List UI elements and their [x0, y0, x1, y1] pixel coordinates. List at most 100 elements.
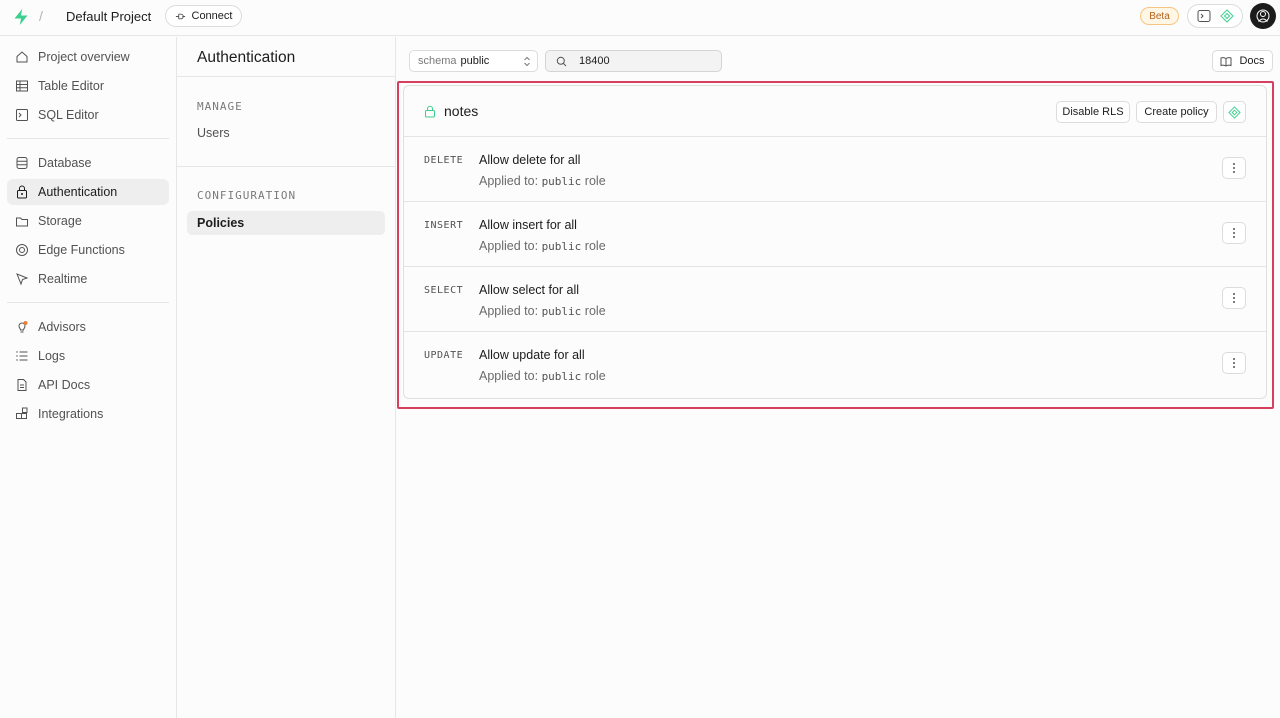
nav-label: API Docs [38, 378, 91, 392]
role-suffix: role [584, 174, 606, 188]
disable-rls-button[interactable]: Disable RLS [1056, 101, 1130, 123]
file-icon [17, 379, 27, 391]
nav-item-authentication[interactable]: Authentication [7, 179, 169, 205]
schema-select-label: schema [418, 55, 457, 67]
search-input[interactable]: 18400 [545, 50, 722, 72]
nav-label: Table Editor [38, 79, 105, 93]
nav-label: Storage [38, 214, 82, 228]
database-icon [16, 157, 28, 169]
create-policy-button[interactable]: Create policy [1136, 101, 1217, 123]
connect-label: Connect [191, 10, 233, 22]
nav-label: Database [38, 156, 92, 170]
auth-icon [17, 185, 27, 199]
table-icon [16, 80, 28, 92]
more-vertical-icon [1233, 358, 1235, 368]
terminal-icon[interactable] [1195, 7, 1213, 25]
policy-row[interactable]: DELETE Allow delete for all Applied to: … [404, 137, 1266, 202]
section-heading-configuration: CONFIGURATION [197, 189, 297, 202]
more-vertical-icon [1233, 293, 1235, 303]
nav-label: Advisors [38, 320, 86, 334]
terminal-icon [16, 109, 28, 121]
docs-label: Docs [1239, 55, 1265, 67]
project-name[interactable]: Default Project [66, 9, 151, 24]
policy-role: public [541, 370, 582, 383]
submenu-divider [177, 166, 396, 167]
supabase-logo[interactable] [12, 8, 30, 26]
policy-name: Allow delete for all [479, 153, 581, 167]
top-bar: / Default Project Connect Beta [0, 0, 1280, 36]
policy-command: SELECT [424, 285, 464, 296]
nav-label: Edge Functions [38, 243, 125, 257]
book-icon [1220, 56, 1232, 67]
nav-label: Project overview [38, 50, 130, 64]
list-icon [16, 351, 28, 361]
policy-row[interactable]: SELECT Allow select for all Applied to: … [404, 267, 1266, 332]
assistant-icon [1228, 105, 1241, 119]
table-name: notes [444, 103, 479, 119]
submenu-item-users[interactable]: Users [187, 121, 385, 145]
breadcrumb-separator: / [39, 8, 43, 24]
chevron-up-down-icon [524, 56, 530, 67]
policy-name: Allow update for all [479, 348, 585, 362]
nav-item-advisors[interactable]: Advisors [7, 314, 169, 340]
docs-button[interactable]: Docs [1212, 50, 1273, 72]
nav-divider [7, 138, 169, 139]
policy-more-button[interactable] [1222, 287, 1246, 309]
nav-label: Authentication [38, 185, 118, 199]
policy-applied-to: Applied to: public role [479, 174, 606, 188]
policy-command: INSERT [424, 220, 464, 231]
policy-role: public [541, 175, 582, 188]
applied-prefix: Applied to: [479, 369, 539, 383]
assistant-icon[interactable] [1218, 7, 1236, 25]
schema-select[interactable]: schema public [409, 50, 538, 72]
role-suffix: role [584, 304, 606, 318]
nav-item-table-editor[interactable]: Table Editor [7, 73, 169, 99]
nav-label: Logs [38, 349, 66, 363]
policy-more-button[interactable] [1222, 222, 1246, 244]
nav-label: SQL Editor [38, 108, 99, 122]
nav-item-storage[interactable]: Storage [7, 208, 169, 234]
beta-badge[interactable]: Beta [1140, 7, 1179, 25]
policy-role: public [541, 305, 582, 318]
lightbulb-icon [18, 321, 28, 333]
applied-prefix: Applied to: [479, 304, 539, 318]
nav-item-edge-functions[interactable]: Edge Functions [7, 237, 169, 263]
search-icon [556, 56, 567, 66]
lock-icon [425, 105, 435, 118]
submenu-title: Authentication [197, 49, 296, 66]
policy-name: Allow select for all [479, 283, 580, 297]
plug-icon [175, 13, 185, 19]
policy-more-button[interactable] [1222, 352, 1246, 374]
integrations-icon [16, 407, 28, 419]
policy-name: Allow insert for all [479, 218, 577, 232]
left-nav: Project overview Table Editor SQL Editor… [0, 37, 177, 718]
nav-item-project-overview[interactable]: Project overview [7, 44, 169, 70]
submenu-item-policies[interactable]: Policies [187, 211, 385, 235]
policy-applied-to: Applied to: public role [479, 304, 606, 318]
nav-item-api-docs[interactable]: API Docs [7, 372, 169, 398]
nav-label: Integrations [38, 407, 104, 421]
user-avatar[interactable] [1250, 3, 1276, 29]
nav-item-logs[interactable]: Logs [7, 343, 169, 369]
nav-item-realtime[interactable]: Realtime [7, 266, 169, 292]
nav-label: Realtime [38, 272, 88, 286]
policy-command: DELETE [424, 155, 464, 166]
ai-assistant-button[interactable] [1223, 101, 1246, 123]
realtime-icon [16, 273, 29, 286]
role-suffix: role [584, 369, 606, 383]
policy-role: public [541, 240, 582, 253]
auth-submenu: Authentication MANAGE Users CONFIGURATIO… [177, 37, 396, 718]
connect-button[interactable]: Connect [165, 5, 242, 27]
home-icon [16, 51, 28, 63]
policy-row[interactable]: INSERT Allow insert for all Applied to: … [404, 202, 1266, 267]
more-vertical-icon [1233, 163, 1235, 173]
main-content: schema public 18400 Docs notes Disable R… [397, 37, 1280, 718]
policy-row[interactable]: UPDATE Allow update for all Applied to: … [404, 332, 1266, 397]
nav-item-integrations[interactable]: Integrations [7, 401, 169, 427]
role-suffix: role [584, 239, 606, 253]
submenu-divider [177, 76, 396, 77]
policy-applied-to: Applied to: public role [479, 369, 606, 383]
nav-item-sql-editor[interactable]: SQL Editor [7, 102, 169, 128]
nav-item-database[interactable]: Database [7, 150, 169, 176]
policy-more-button[interactable] [1222, 157, 1246, 179]
